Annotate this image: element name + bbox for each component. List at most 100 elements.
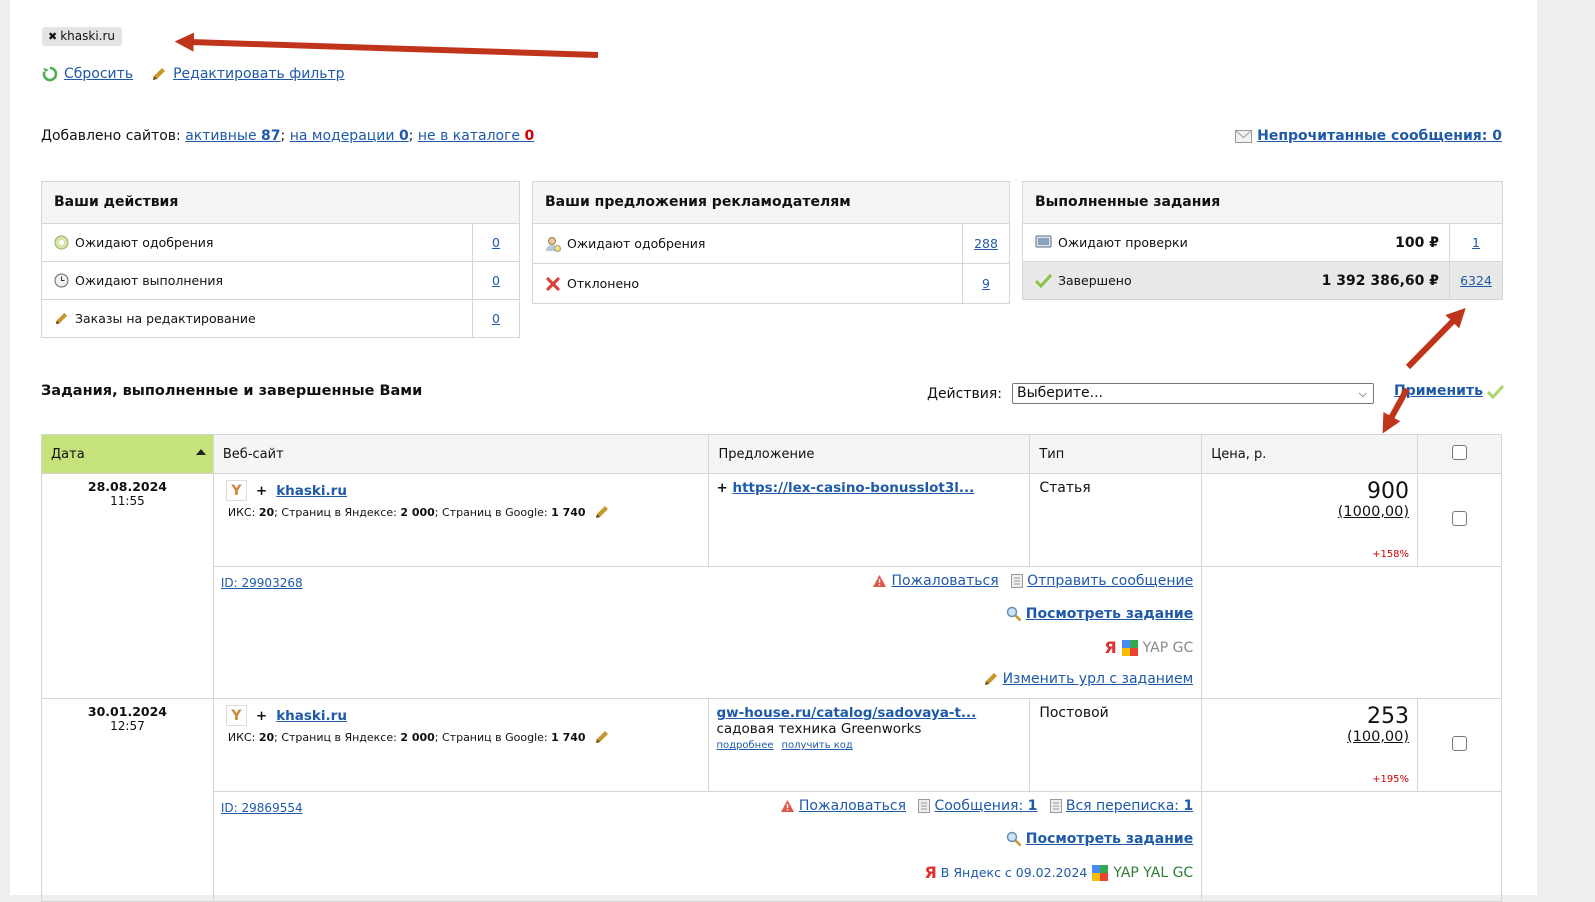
tasks-table: Дата Веб-сайт Предложение Тип Цена, р. 2…: [41, 434, 1502, 902]
all-correspondence-link[interactable]: Вся переписка: 1: [1066, 791, 1193, 821]
done-row: Завершено 1 392 386,60 ₽ 6324: [1023, 262, 1502, 299]
messages-action[interactable]: Сообщения: 1: [918, 791, 1037, 821]
offer-link[interactable]: https://lex-casino-bonusslot3l...: [732, 480, 974, 496]
actions-count-link[interactable]: 0: [492, 235, 500, 250]
pencil-icon[interactable]: [594, 504, 610, 520]
active-sites-link[interactable]: активные 87: [185, 128, 280, 144]
unread-messages: Непрочитанные сообщения: 0: [1235, 128, 1502, 144]
old-price: (1000,00): [1337, 504, 1410, 520]
all-correspondence-action[interactable]: Вся переписка: 1: [1049, 791, 1193, 821]
refresh-icon: [42, 66, 58, 82]
offers-panel: Ваши предложения рекламодателям Ожидают …: [532, 181, 1010, 304]
offers-count-link[interactable]: 288: [974, 236, 998, 251]
apply-link[interactable]: Применить: [1394, 383, 1483, 399]
user-pending-icon: [546, 236, 561, 252]
index-status: Я В Яндекс с 09.02.2024 YAP YAL GC: [924, 858, 1193, 888]
filter-chip-label: khaski.ru: [60, 29, 116, 43]
messages-link[interactable]: Сообщения: 1: [934, 791, 1037, 821]
select-all-checkbox[interactable]: [1452, 444, 1468, 460]
pencil-icon[interactable]: [594, 729, 610, 745]
section-title: Задания, выполненные и завершенные Вами: [41, 383, 423, 399]
offer-link[interactable]: gw-house.ru/catalog/sadovaya-t...: [716, 705, 976, 721]
price-value: 900: [1367, 479, 1410, 504]
view-task-action[interactable]: Посмотреть задание: [1006, 599, 1193, 629]
page: ✖ khaski.ru Сбросить Редактировать фильт…: [10, 0, 1537, 902]
actions-row-label: Ожидают одобрения: [75, 235, 214, 250]
complain-link[interactable]: Пожаловаться: [891, 566, 998, 596]
added-sites-label: Добавлено сайтов:: [41, 128, 181, 144]
done-count-link[interactable]: 1: [1472, 235, 1480, 250]
actions-select[interactable]: Выберите... ⌵: [1012, 383, 1374, 404]
actions-count-link[interactable]: 0: [492, 273, 500, 288]
bulk-actions: Действия: Выберите... ⌵: [927, 383, 1374, 404]
offers-row-label: Ожидают одобрения: [567, 236, 706, 251]
done-count-link[interactable]: 6324: [1460, 273, 1492, 288]
done-panel: Выполненные задания Ожидают проверки 100…: [1022, 181, 1503, 300]
moderation-sites-link[interactable]: на модерации 0: [290, 128, 409, 144]
complain-action[interactable]: Пожаловаться: [780, 791, 906, 821]
type-cell: Постовой: [1029, 698, 1203, 792]
done-row: Ожидают проверки 100 ₽ 1: [1023, 224, 1502, 262]
actions-row-label: Заказы на редактирование: [75, 311, 256, 326]
actions-panel-title: Ваши действия: [42, 182, 519, 224]
reset-link[interactable]: Сбросить: [64, 66, 133, 82]
inspect-icon: [1035, 235, 1052, 248]
edit-filter-link[interactable]: Редактировать фильтр: [173, 66, 344, 82]
type-cell: Статья: [1029, 473, 1203, 567]
index-tags: YAP YAL GC: [1113, 865, 1194, 881]
task-id-link[interactable]: ID: 29903268: [221, 576, 303, 590]
google-icon: [1121, 640, 1138, 656]
offer-cell: + https://lex-casino-bonusslot3l...: [708, 473, 1031, 567]
complain-link[interactable]: Пожаловаться: [799, 791, 906, 821]
change-url-action[interactable]: Изменить урл с заданием: [983, 664, 1194, 694]
price-cell: 253 (100,00) +195%: [1201, 698, 1419, 792]
done-row-amount: 1 392 386,60 ₽: [1321, 272, 1439, 289]
pending-approval-icon: [54, 235, 69, 250]
date-cell: 30.01.2024 12:57: [41, 698, 214, 902]
actions-count-link[interactable]: 0: [492, 311, 500, 326]
done-row-amount: 100 ₽: [1395, 234, 1439, 251]
send-message-link[interactable]: Отправить сообщение: [1027, 566, 1193, 596]
index-status: Я YAP GC: [1104, 633, 1193, 663]
unread-messages-link[interactable]: Непрочитанные сообщения: 0: [1257, 128, 1502, 144]
change-url-link[interactable]: Изменить урл с заданием: [1003, 664, 1194, 694]
get-code-link[interactable]: получить код: [782, 740, 853, 751]
header-offer[interactable]: Предложение: [708, 434, 1031, 474]
close-icon[interactable]: ✖: [48, 27, 57, 46]
filter-chip[interactable]: ✖ khaski.ru: [42, 27, 123, 46]
site-link[interactable]: khaski.ru: [276, 483, 347, 499]
select-cell: [1417, 473, 1502, 567]
offers-row: Ожидают одобрения 288: [533, 224, 1009, 264]
view-task-link[interactable]: Посмотреть задание: [1026, 824, 1193, 854]
more-link[interactable]: подробнее: [716, 740, 773, 751]
actions-row: Ожидают одобрения 0: [42, 224, 519, 262]
header-date[interactable]: Дата: [41, 434, 214, 474]
send-message-action[interactable]: Отправить сообщение: [1011, 566, 1193, 596]
header-site[interactable]: Веб-сайт: [212, 434, 710, 474]
header-price[interactable]: Цена, р.: [1201, 434, 1419, 474]
site-cell: Y + khaski.ru ИКС: 20; Страниц в Яндексе…: [212, 698, 710, 792]
row-time: 11:55: [110, 494, 145, 508]
row-checkbox[interactable]: [1452, 735, 1468, 751]
warning-icon: [780, 800, 794, 812]
table-subrow: ID: 29903268 Пожаловаться Отправить сооб…: [42, 566, 1502, 699]
filter-links: Сбросить Редактировать фильтр: [42, 66, 345, 82]
actions-row: Заказы на редактирование 0: [42, 300, 519, 337]
view-task-link[interactable]: Посмотреть задание: [1026, 599, 1193, 629]
task-id-link[interactable]: ID: 29869554: [221, 801, 303, 815]
google-icon: [1092, 865, 1109, 881]
row-checkbox[interactable]: [1452, 510, 1468, 526]
offers-count-link[interactable]: 9: [982, 276, 990, 291]
table-subrow: ID: 29869554 Пожаловаться Сообщения: 1 В…: [42, 791, 1502, 902]
table-row: 30.01.2024 12:57 Y + khaski.ru ИКС: 20; …: [41, 698, 1502, 902]
notcatalog-sites-link[interactable]: не в каталоге 0: [418, 128, 534, 144]
indexed-date: В Яндекс с 09.02.2024: [940, 865, 1088, 880]
row-details: ID: 29903268 Пожаловаться Отправить сооб…: [212, 566, 1203, 699]
header-type[interactable]: Тип: [1029, 434, 1203, 474]
site-link[interactable]: khaski.ru: [276, 708, 347, 724]
view-task-action[interactable]: Посмотреть задание: [1006, 824, 1193, 854]
row-details: ID: 29869554 Пожаловаться Сообщения: 1 В…: [212, 791, 1203, 902]
pencil-icon: [55, 312, 68, 325]
complain-action[interactable]: Пожаловаться: [872, 566, 999, 596]
index-tags: YAP GC: [1142, 640, 1194, 656]
